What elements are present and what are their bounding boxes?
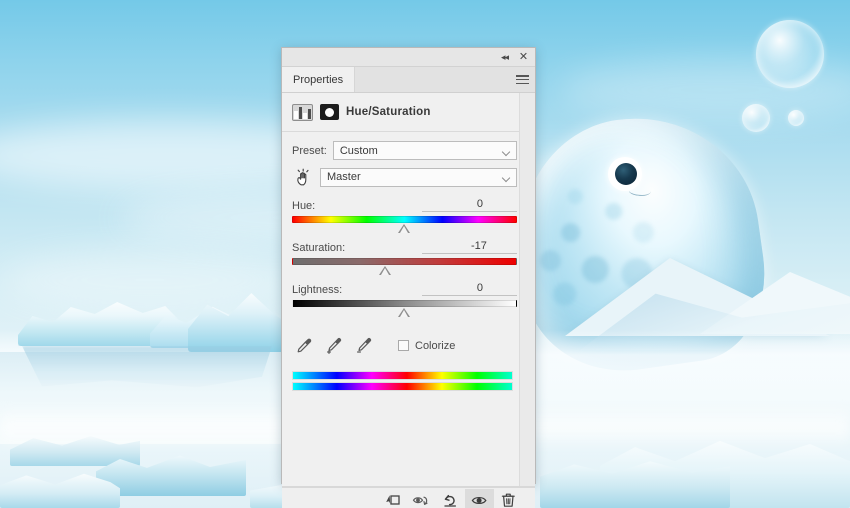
bubble-medium [742, 104, 770, 132]
clip-to-layer-button[interactable] [378, 489, 407, 508]
hue-value-field[interactable]: 0 [422, 198, 517, 212]
panel-menu-icon[interactable] [516, 75, 529, 84]
eyedropper-subtract-icon[interactable] [356, 337, 373, 354]
channel-row: Master [282, 167, 535, 187]
preset-label: Preset: [292, 144, 327, 157]
saturation-value: -17 [471, 240, 487, 252]
saturation-slider-track[interactable] [292, 258, 517, 275]
hue-slider-head: Hue: 0 [292, 197, 517, 212]
channel-value: Master [327, 171, 361, 183]
hue-label: Hue: [292, 200, 316, 212]
colorize-checkbox-row[interactable]: Colorize [398, 340, 455, 352]
bubble-small [788, 110, 804, 126]
lightness-label: Lightness: [292, 284, 343, 296]
colorize-label: Colorize [415, 339, 456, 352]
properties-panel: ◂◂ ✕ Properties Hue/Saturation Preset: C… [281, 47, 536, 508]
panel-titlebar: ◂◂ ✕ [282, 48, 535, 67]
tab-empty[interactable] [355, 67, 535, 92]
saturation-value-field[interactable]: -17 [422, 240, 517, 254]
hue-slider-track[interactable] [292, 216, 517, 233]
collapse-panel-icon[interactable]: ◂◂ [498, 51, 511, 64]
lightness-slider-track[interactable] [292, 300, 517, 317]
lightness-slider-thumb[interactable] [398, 308, 411, 317]
panel-gutter [519, 93, 535, 486]
eyedropper-tools-row: Colorize [282, 323, 535, 354]
chevron-down-icon [503, 149, 510, 153]
color-bars-group [282, 354, 535, 391]
toggle-visibility-button[interactable] [465, 489, 494, 508]
saturation-slider-block: Saturation: -17 [292, 239, 517, 277]
preset-value: Custom [339, 144, 378, 157]
preset-select[interactable]: Custom [332, 141, 517, 160]
adjustment-title: Hue/Saturation [346, 106, 431, 118]
chevron-down-icon [503, 175, 510, 179]
tab-properties[interactable]: Properties [282, 67, 356, 92]
reset-button[interactable] [436, 489, 465, 508]
eyedropper-icon[interactable] [296, 337, 313, 354]
eyedropper-add-icon[interactable] [326, 337, 343, 354]
delete-layer-button[interactable] [494, 489, 523, 508]
adjustment-layer-icon [292, 103, 313, 121]
lightness-slider-block: Lightness: 0 [292, 281, 517, 319]
saturation-label: Saturation: [292, 242, 346, 254]
bubble-large [756, 20, 824, 88]
lightness-slider-head: Lightness: 0 [292, 281, 517, 296]
screen: ◂◂ ✕ Properties Hue/Saturation Preset: C… [0, 0, 850, 508]
result-color-bar [292, 382, 513, 391]
channel-select[interactable]: Master [320, 167, 517, 187]
saturation-slider-thumb[interactable] [379, 266, 392, 275]
targeted-adjustment-hand-icon[interactable] [292, 167, 314, 187]
lightness-value: 0 [476, 282, 483, 294]
panel-body: Hue/Saturation Preset: Custom Master Hue… [282, 93, 535, 487]
saturation-slider-head: Saturation: -17 [292, 239, 517, 254]
adjustment-header: Hue/Saturation [282, 93, 535, 132]
whale-eye-pupil [615, 163, 637, 185]
panel-footer [282, 487, 535, 508]
layer-mask-icon[interactable] [320, 104, 339, 120]
hue-value: 0 [476, 198, 483, 210]
preset-row: Preset: Custom [282, 141, 535, 160]
colorize-checkbox[interactable] [398, 340, 409, 351]
hue-slider-block: Hue: 0 [292, 197, 517, 235]
view-previous-state-button[interactable] [407, 489, 436, 508]
lightness-value-field[interactable]: 0 [422, 282, 517, 296]
panel-tab-bar: Properties [282, 67, 535, 93]
sliders-group: Hue: 0 Saturation: -17 Lightness: 0 [282, 187, 535, 319]
source-color-bar [292, 371, 513, 380]
close-panel-icon[interactable]: ✕ [517, 51, 530, 64]
hue-slider-thumb[interactable] [398, 224, 411, 233]
